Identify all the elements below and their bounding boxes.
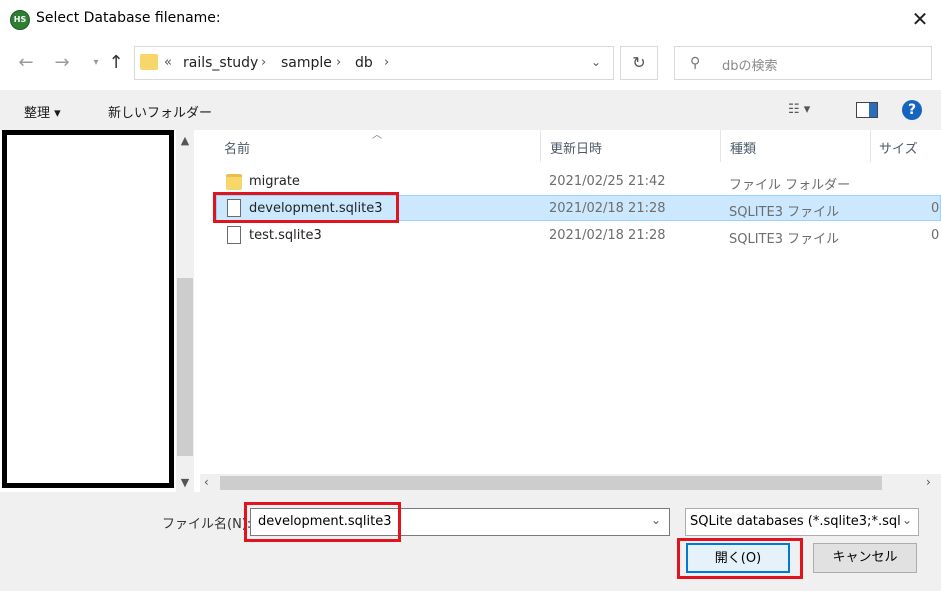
breadcrumb-db[interactable]: db (355, 55, 373, 71)
column-header-date[interactable]: 更新日時 (550, 138, 602, 157)
file-name[interactable]: development.sqlite3 (249, 201, 383, 216)
file-name[interactable]: migrate (249, 174, 300, 189)
organize-button[interactable]: 整理 ▾ (24, 102, 61, 121)
file-type: SQLITE3 ファイル (729, 232, 840, 247)
scrollbar-thumb[interactable] (220, 476, 882, 490)
filetype-value: SQLite databases (*.sqlite3;*.sql (690, 514, 901, 529)
open-button[interactable]: 開く(O) (686, 543, 790, 573)
forward-arrow-icon[interactable]: → (50, 50, 74, 76)
filename-value: development.sqlite3 (258, 514, 392, 529)
up-arrow-icon[interactable]: ↑ (104, 50, 128, 76)
scroll-left-icon[interactable]: ‹ (204, 475, 209, 489)
help-icon[interactable]: ? (902, 100, 922, 120)
file-type: SQLITE3 ファイル (729, 205, 840, 220)
column-header-name[interactable]: 名前 (224, 138, 250, 157)
breadcrumb-sample[interactable]: sample (281, 55, 332, 71)
breadcrumb-rails-study[interactable]: rails_study (183, 55, 258, 71)
filename-label: ファイル名(N): (162, 517, 252, 532)
scrollbar-thumb[interactable] (177, 278, 193, 456)
file-type: ファイル フォルダー (729, 178, 851, 193)
view-options-icon[interactable]: ☷ ▾ (788, 102, 810, 117)
column-header-size[interactable]: サイズ (879, 138, 918, 157)
file-date: 2021/02/25 21:42 (549, 174, 666, 189)
scroll-down-icon[interactable]: ▼ (176, 476, 194, 489)
scroll-up-icon[interactable]: ▲ (176, 134, 194, 147)
file-size: 0 (931, 201, 940, 216)
window-title: Select Database filename: (36, 10, 221, 26)
back-arrow-icon[interactable]: ← (14, 50, 38, 76)
scroll-right-icon[interactable]: › (926, 475, 931, 489)
search-icon: ⚲ (690, 55, 701, 71)
filename-dropdown-icon[interactable]: ⌄ (651, 513, 661, 527)
overflow-chevron-icon[interactable]: « (164, 55, 172, 70)
redacted-navigation-tree (2, 130, 174, 488)
column-divider[interactable] (870, 130, 871, 162)
refresh-icon[interactable]: ↻ (620, 46, 658, 80)
sort-ascending-icon: ︿ (372, 130, 382, 141)
cancel-button[interactable]: キャンセル (813, 543, 917, 573)
breadcrumb-chevron-icon[interactable]: › (384, 55, 389, 70)
folder-icon (140, 54, 158, 70)
preview-pane-icon[interactable] (856, 102, 878, 118)
column-divider[interactable] (540, 130, 541, 162)
close-icon[interactable]: ✕ (905, 4, 935, 34)
breadcrumb-chevron-icon[interactable]: › (336, 55, 341, 70)
file-date: 2021/02/18 21:28 (549, 228, 666, 243)
filetype-dropdown-icon[interactable]: ⌄ (902, 513, 916, 527)
file-size: 0 (931, 228, 940, 243)
folder-icon (226, 174, 242, 190)
file-icon (227, 199, 241, 217)
new-folder-button[interactable]: 新しいフォルダー (108, 102, 212, 121)
column-header-type[interactable]: 種類 (730, 138, 756, 157)
file-name[interactable]: test.sqlite3 (249, 228, 322, 243)
search-input[interactable] (674, 46, 932, 80)
column-divider[interactable] (720, 130, 721, 162)
search-placeholder: dbの検索 (722, 59, 778, 74)
file-icon (227, 226, 241, 244)
filetype-select[interactable]: SQLite databases (*.sqlite3;*.sql (685, 508, 919, 536)
app-icon: HS (10, 10, 30, 30)
breadcrumb-chevron-icon[interactable]: › (261, 55, 266, 70)
address-dropdown-icon[interactable]: ⌄ (591, 55, 601, 69)
file-date: 2021/02/18 21:28 (549, 201, 666, 216)
